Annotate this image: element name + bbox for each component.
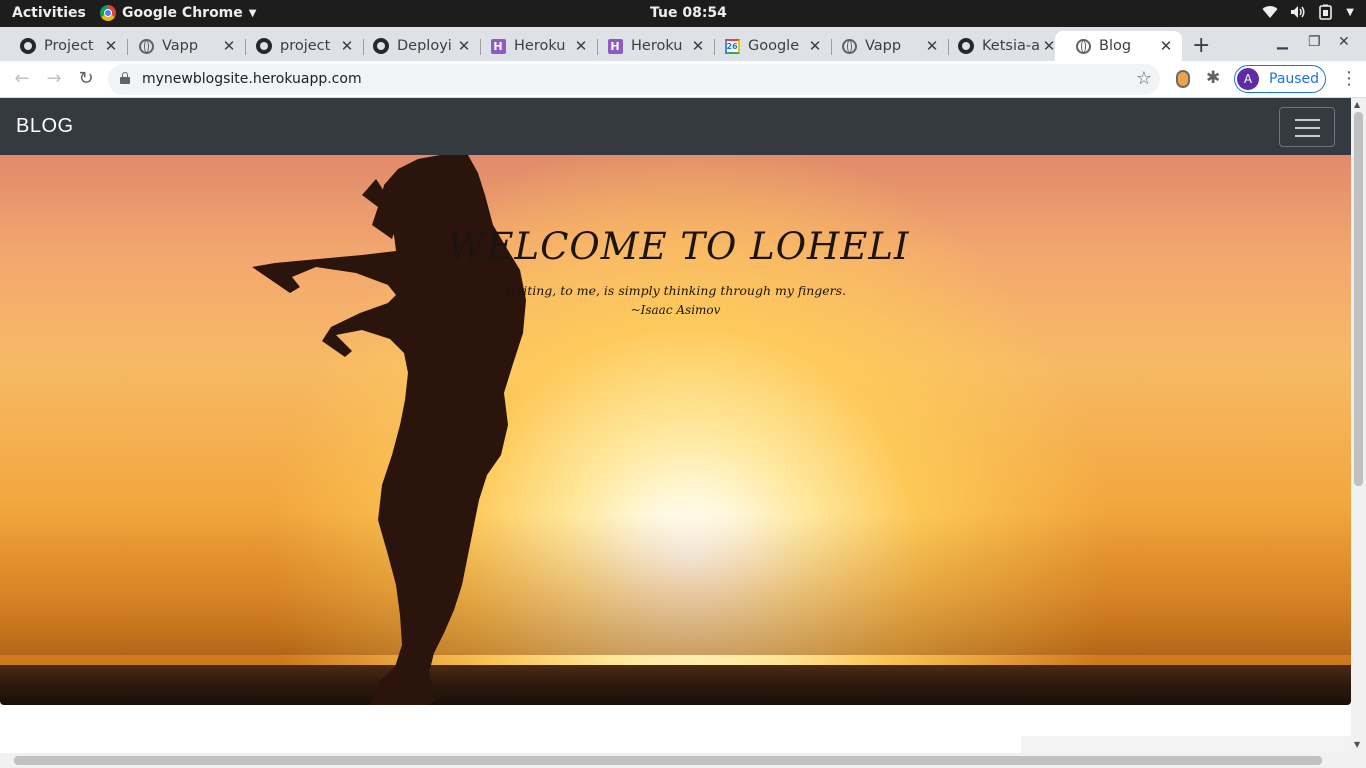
globe-icon: [138, 38, 154, 54]
globe-icon: [841, 38, 857, 54]
forward-icon[interactable]: →: [44, 68, 64, 89]
app-menu-label: Google Chrome: [122, 5, 243, 21]
reload-icon[interactable]: ↻: [76, 68, 96, 89]
tab-title: Google: [748, 38, 800, 54]
tab[interactable]: H Heroku ✕: [587, 31, 715, 61]
chevron-down-icon: ▼: [248, 7, 257, 19]
chrome-icon: [100, 5, 116, 21]
wifi-icon: [1262, 6, 1278, 19]
profile-status: Paused: [1269, 71, 1320, 87]
page-viewport: BLOG WELCOME TO LOHELI Writing, to me, i…: [0, 98, 1366, 768]
tab-title: Deployi: [397, 38, 452, 54]
avatar: A: [1237, 68, 1259, 90]
page-footer-strip: [1021, 736, 1351, 753]
horizontal-scrollbar-thumb[interactable]: [14, 756, 1322, 765]
extension-icon[interactable]: [1176, 70, 1190, 88]
puzzle-icon[interactable]: ✱: [1206, 68, 1220, 88]
scroll-up-icon[interactable]: ▲: [1354, 100, 1360, 109]
horizontal-scrollbar[interactable]: [0, 753, 1351, 768]
github-icon: [256, 38, 272, 54]
tab[interactable]: project ✕: [236, 31, 364, 61]
tab-title: project: [280, 38, 331, 54]
activities-button[interactable]: Activities: [12, 5, 86, 21]
new-tab-button[interactable]: +: [1192, 33, 1210, 58]
battery-icon: [1319, 4, 1333, 20]
minimize-icon[interactable]: ▁: [1277, 34, 1288, 50]
tab[interactable]: 26 Google ✕: [704, 31, 832, 61]
tab-title: Heroku: [514, 38, 566, 54]
hero-quote-author: ~Isaac Asimov: [630, 303, 721, 317]
tab[interactable]: Ketsia-a ✕: [938, 31, 1065, 61]
tab[interactable]: Vapp ✕: [118, 31, 246, 61]
tab-title: Project: [44, 38, 94, 54]
back-icon[interactable]: ←: [12, 68, 32, 89]
system-status-area[interactable]: ▼: [1262, 4, 1354, 20]
tab[interactable]: Project ✕: [0, 31, 128, 61]
close-icon[interactable]: ✕: [221, 37, 237, 55]
tab-strip: Project ✕ Vapp ✕ project ✕ Deployi ✕ H H…: [0, 27, 1366, 61]
clock[interactable]: Tue 08:54: [650, 5, 727, 21]
github-icon: [20, 38, 36, 54]
system-top-bar: Activities Google Chrome ▼ Tue 08:54 ▼: [0, 0, 1366, 27]
site-navbar: BLOG: [0, 98, 1351, 155]
vertical-scrollbar[interactable]: ▲ ▼: [1351, 98, 1366, 768]
scroll-down-icon[interactable]: ▼: [1354, 740, 1360, 749]
navbar-toggler-button[interactable]: [1279, 107, 1335, 147]
close-window-icon[interactable]: ✕: [1338, 34, 1350, 50]
profile-button[interactable]: A Paused: [1234, 65, 1326, 93]
lock-icon[interactable]: [120, 72, 130, 84]
tab[interactable]: Vapp ✕: [821, 31, 949, 61]
tab-title: Heroku: [631, 38, 683, 54]
hero-quote: Writing, to me, is simply thinking throu…: [504, 283, 847, 298]
tab[interactable]: Deployi ✕: [353, 31, 481, 61]
vertical-scrollbar-thumb[interactable]: [1354, 112, 1363, 486]
tab[interactable]: H Heroku ✕: [470, 31, 598, 61]
hero-headline: WELCOME TO LOHELI: [447, 225, 910, 268]
volume-icon: [1291, 6, 1305, 18]
address-bar[interactable]: mynewblogsite.herokuapp.com ☆: [108, 64, 1160, 95]
heroku-icon: H: [490, 38, 506, 54]
github-icon: [373, 38, 389, 54]
bookmark-star-icon[interactable]: ☆: [1136, 68, 1152, 89]
tab-title: Vapp: [865, 38, 902, 54]
heroku-icon: H: [607, 38, 623, 54]
address-bar-url[interactable]: mynewblogsite.herokuapp.com: [142, 71, 362, 87]
site-brand[interactable]: BLOG: [16, 115, 74, 138]
chevron-down-icon: ▼: [1346, 6, 1354, 18]
github-icon: [958, 38, 974, 54]
hero-banner: WELCOME TO LOHELI Writing, to me, is sim…: [0, 155, 1351, 705]
tab-title: Ketsia-a: [982, 38, 1040, 54]
tab-active[interactable]: Blog ✕: [1055, 31, 1182, 61]
browser-toolbar: ← → ↻ mynewblogsite.herokuapp.com ☆: [0, 61, 1366, 98]
app-menu[interactable]: Google Chrome ▼: [100, 5, 256, 21]
globe-icon: [1075, 38, 1091, 54]
tab-title: Vapp: [162, 38, 199, 54]
restore-icon[interactable]: ❐: [1308, 34, 1321, 50]
close-icon[interactable]: ✕: [103, 37, 119, 55]
menu-icon[interactable]: ⋮: [1340, 68, 1358, 89]
google-calendar-icon: 26: [724, 38, 740, 54]
close-icon[interactable]: ✕: [1158, 37, 1174, 55]
tab-title: Blog: [1099, 38, 1132, 54]
